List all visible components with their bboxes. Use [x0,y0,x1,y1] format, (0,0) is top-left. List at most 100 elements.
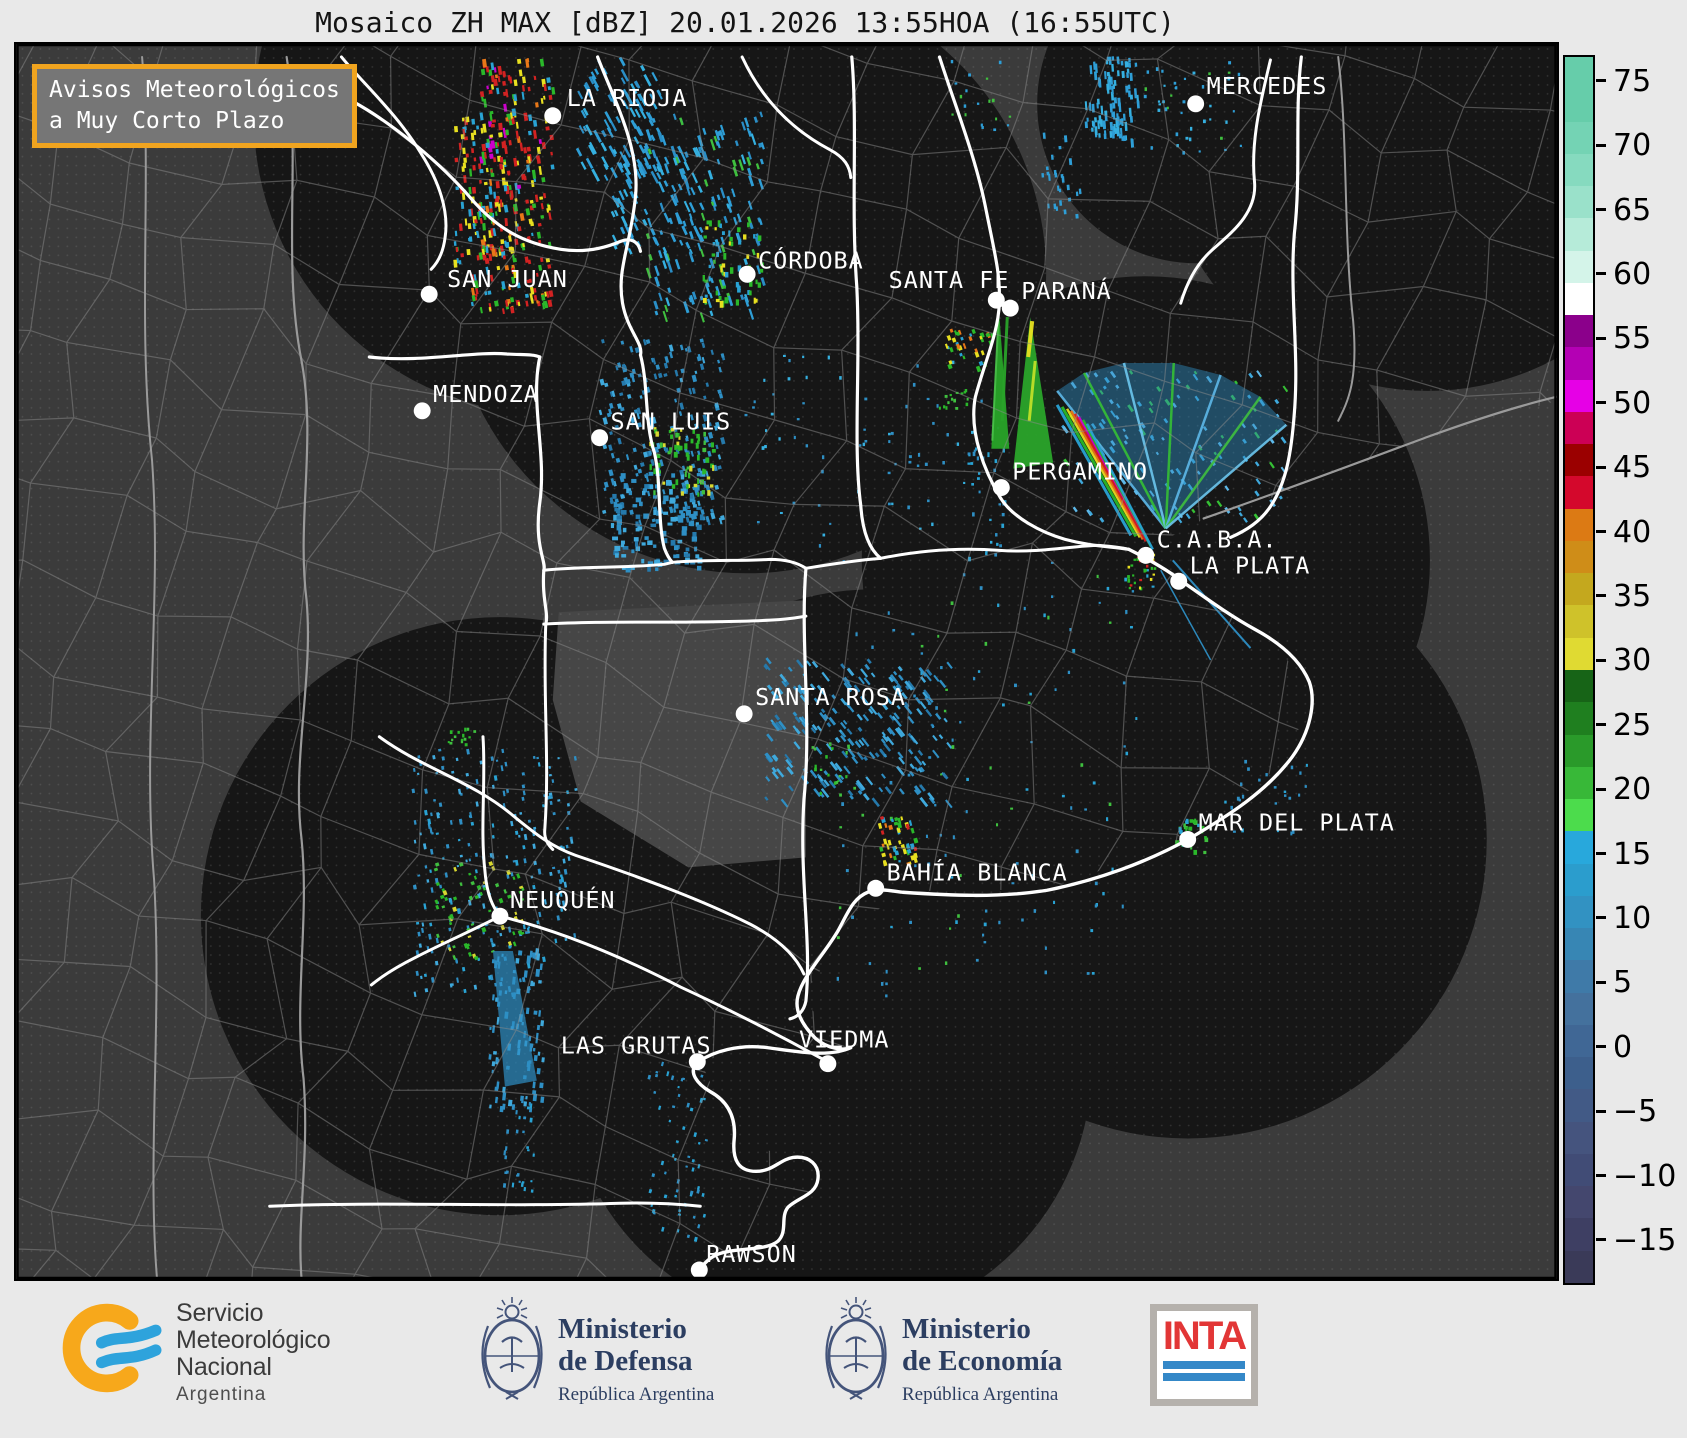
colorbar-tick [1596,272,1606,276]
city-label: SANTA FE [889,266,1010,294]
colorbar-tick-label: 30 [1613,643,1652,679]
colorbar-segment [1565,1057,1593,1091]
colorbar-tick [1596,852,1606,856]
city-dot [1170,572,1188,590]
colorbar-tick-label: 5 [1613,965,1633,1001]
colorbar-tick [1596,787,1606,791]
colorbar-segment [1565,960,1593,994]
colorbar-tick [1596,916,1606,920]
colorbar-segment [1565,218,1593,252]
city-label: MAR DEL PLATA [1199,808,1395,836]
reflectivity-colorbar: 75 70 65 60 55 50 45 40 35 30 25 20 15 10 5 0 −5 −10 −15 [1563,55,1687,1287]
radar-map: LA RIOJA MERCEDES SAN JUAN CÓRDOBA SANTA FE P… [14,42,1559,1281]
economia-wordmark: Ministerio de Economía República Argenti… [902,1313,1063,1406]
colorbar-segment [1565,153,1593,187]
colorbar-segment [1565,1024,1593,1058]
warning-badge-line1: Avisos Meteorológicos [49,77,340,103]
warning-badge-button[interactable]: Avisos Meteorológicos a Muy Corto Plazo [32,64,357,149]
city-dot [544,107,562,125]
inta-logo-inner: INTA [1157,1311,1251,1399]
city-dot [819,1055,837,1073]
colorbar-tick-label: 45 [1613,450,1652,486]
defensa-wordmark: Ministerio de Defensa República Argentin… [558,1313,714,1406]
city-dot [867,879,885,897]
smn-line4: Argentina [176,1384,267,1406]
colorbar-segment [1565,1218,1593,1252]
colorbar-segment [1565,573,1593,607]
city-dot [1179,830,1197,848]
colorbar-segment [1565,1089,1593,1123]
city-dot [1137,546,1155,564]
colorbar-tick [1596,208,1606,212]
colorbar-segment [1565,992,1593,1026]
colorbar-segment [1565,863,1593,897]
colorbar-tick-label: 70 [1613,128,1652,164]
colorbar-tick [1596,658,1606,662]
smn-wordmark: Servicio Meteorológico Nacional Argentin… [176,1299,331,1406]
smn-line1: Servicio [176,1299,264,1327]
radar-map-svg: LA RIOJA MERCEDES SAN JUAN CÓRDOBA SANTA FE P… [16,44,1557,1279]
colorbar-segment [1565,508,1593,542]
smn-logo-icon [62,1303,162,1393]
dot-texture [16,44,1557,1279]
colorbar-segment [1565,282,1593,316]
defensa-line1: Ministerio [558,1313,687,1345]
colorbar-tick [1596,465,1606,469]
colorbar-segment [1565,895,1593,929]
colorbar-tick [1596,723,1606,727]
colorbar-segment [1565,57,1593,90]
colorbar-tick-label: 40 [1613,514,1652,550]
economia-coat-of-arms-icon [825,1297,887,1400]
city-dot [1001,299,1019,317]
city-label: SANTA ROSA [755,683,906,711]
city-label: BAHÍA BLANCA [887,858,1068,886]
city-label: MENDOZA [433,380,539,408]
colorbar-segment [1565,1153,1593,1187]
colorbar-tick-label: 0 [1613,1029,1633,1065]
colorbar-tick-label: −5 [1613,1094,1658,1130]
colorbar-tick-label: 10 [1613,900,1652,936]
colorbar-segment [1565,121,1593,155]
city-dot [491,907,509,925]
colorbar-tick [1596,980,1606,984]
city-label: PARANÁ [1021,277,1112,305]
colorbar-tick [1596,1045,1606,1049]
colorbar-tick [1596,1238,1606,1242]
colorbar-gradient [1563,55,1595,1285]
colorbar-tick-label: 35 [1613,578,1652,614]
page-root: { "title": "Mosaico ZH MAX [dBZ] 20.01.2… [0,0,1687,1438]
colorbar-segment [1565,540,1593,574]
city-dot [738,265,756,283]
economia-line2: de Economía [902,1344,1063,1377]
city-dot [735,705,753,723]
colorbar-segment [1565,186,1593,219]
city-label: SAN LUIS [611,408,732,436]
colorbar-tick-label: 55 [1613,321,1652,357]
city-dot [690,1261,708,1279]
warning-badge-line2: a Muy Corto Plazo [49,108,285,135]
economia-line3: República Argentina [902,1383,1059,1405]
city-label: VIEDMA [799,1026,890,1054]
smn-line3: Nacional [176,1352,272,1381]
colorbar-tick [1596,1174,1606,1178]
colorbar-tick-label: 15 [1613,836,1652,872]
colorbar-tick-label: 25 [1613,707,1652,743]
colorbar-segment [1565,476,1593,510]
colorbar-tick-label: 50 [1613,385,1652,421]
colorbar-tick-label: −15 [1613,1222,1677,1258]
colorbar-segment [1565,928,1593,961]
defensa-line2: de Defensa [558,1344,693,1377]
colorbar-tick-label: 65 [1613,192,1652,228]
colorbar-tick-label: −10 [1613,1158,1677,1194]
colorbar-segment [1565,766,1593,800]
colorbar-segment [1565,637,1593,671]
colorbar-segment [1565,347,1593,381]
colorbar-segment [1565,670,1593,703]
colorbar-tick-label: 20 [1613,772,1652,808]
city-label: NEUQUÉN [510,886,616,914]
city-label: PERGAMINO [1012,458,1148,486]
inta-bar-top [1163,1361,1245,1369]
colorbar-tick [1596,594,1606,598]
colorbar-tick [1596,79,1606,83]
colorbar-tick [1596,1109,1606,1113]
